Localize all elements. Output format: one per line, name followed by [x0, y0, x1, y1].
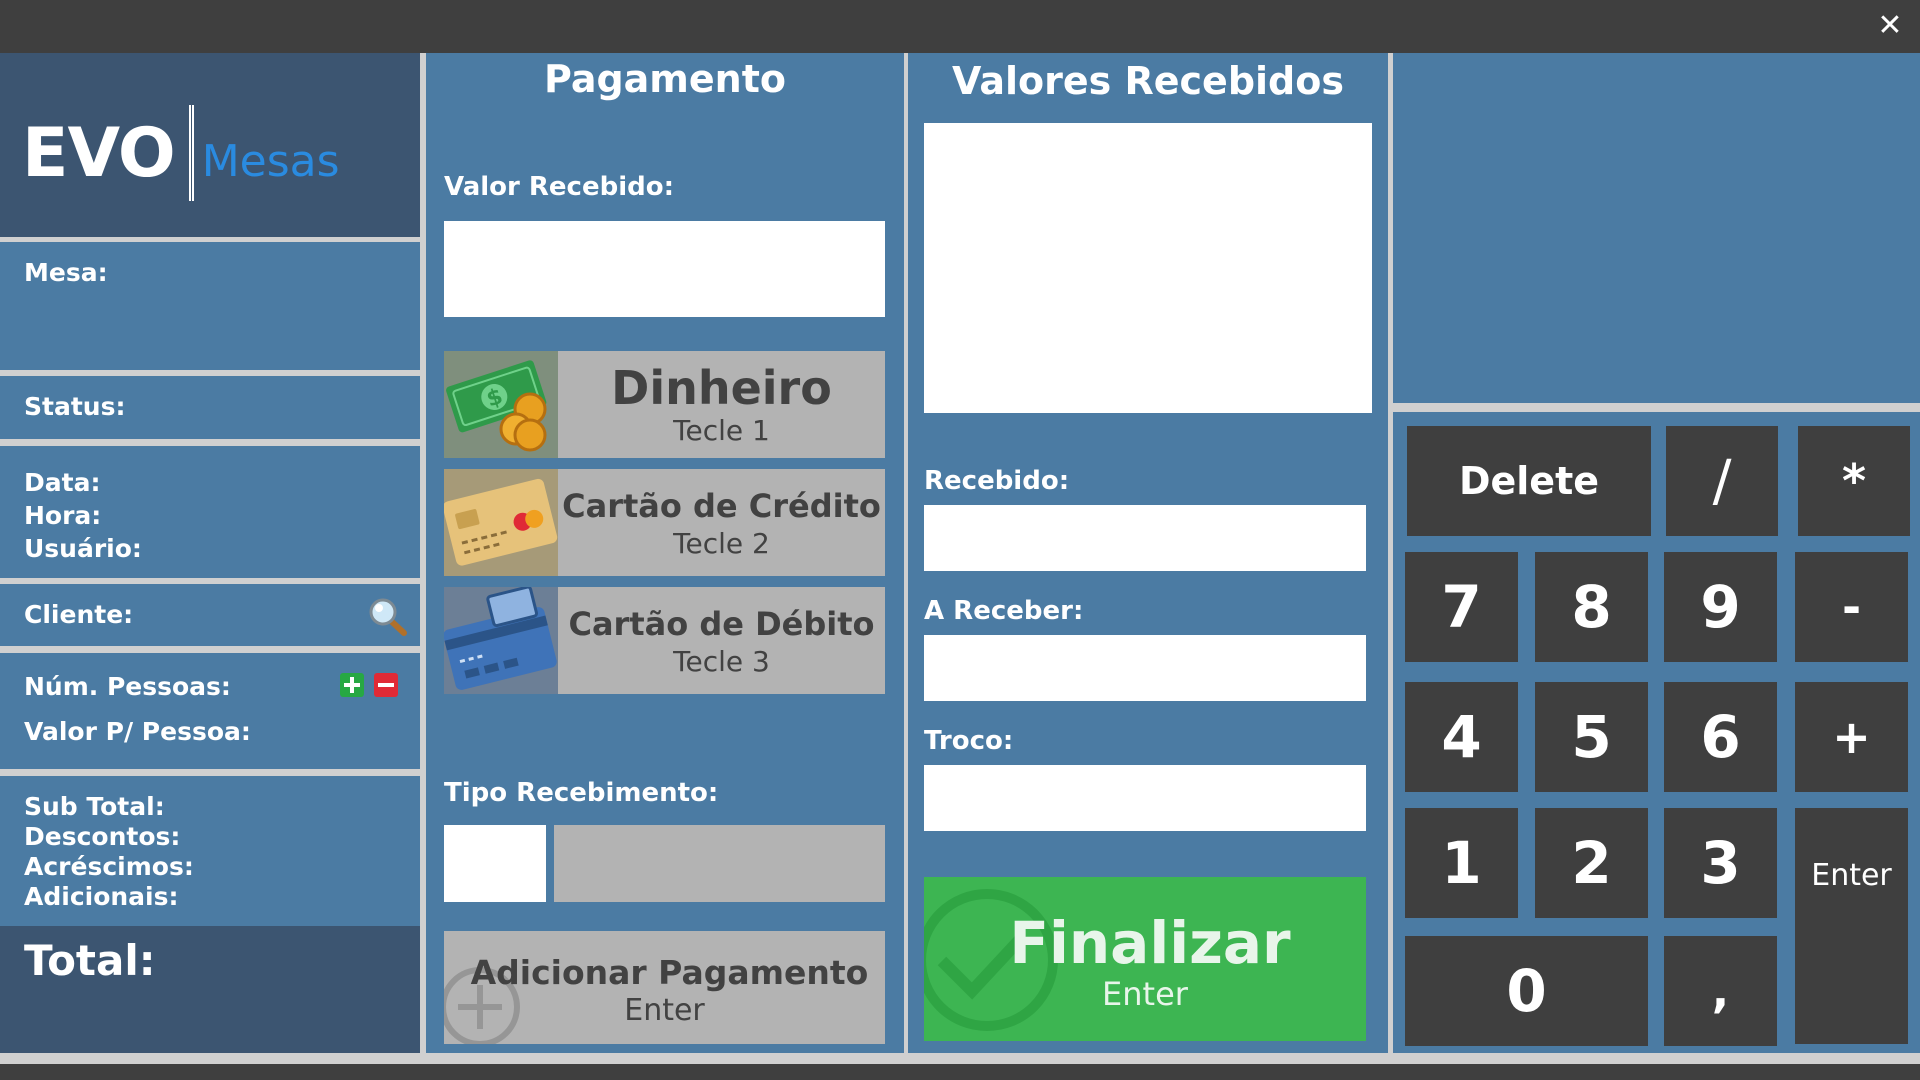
- logo-product: Mesas: [201, 135, 340, 187]
- sub-total-label: Sub Total:: [24, 792, 165, 821]
- delete-key[interactable]: Delete: [1407, 426, 1651, 536]
- mesa-panel: Mesa:: [0, 242, 420, 370]
- total-panel: Total:: [0, 926, 420, 1053]
- add-person-icon[interactable]: [340, 673, 364, 697]
- finalize-label: Finalizar: [1009, 909, 1291, 977]
- add-payment-label: Adicionar Pagamento: [470, 953, 869, 992]
- debit-card-button[interactable]: Cartão de Débito Tecle 3: [444, 587, 885, 694]
- logo-separator: [188, 105, 194, 201]
- valor-pessoa-label: Valor P/ Pessoa:: [24, 717, 251, 746]
- pessoas-panel: Núm. Pessoas: Valor P/ Pessoa:: [0, 653, 420, 769]
- comma-key[interactable]: ,: [1664, 936, 1777, 1046]
- a-receber-label: A Receber:: [924, 596, 1084, 626]
- multiply-key[interactable]: *: [1798, 426, 1910, 536]
- key-1[interactable]: 1: [1405, 808, 1518, 918]
- cliente-panel: Cliente:: [0, 584, 420, 646]
- valor-recebido-label: Valor Recebido:: [444, 172, 674, 202]
- key-2[interactable]: 2: [1535, 808, 1648, 918]
- received-panel: Valores Recebidos Recebido: A Receber: T…: [908, 53, 1388, 1053]
- keypad-panel: Delete / * 7 8 9 - 4 5 6 + 1 2 3 Enter 0…: [1393, 412, 1920, 1053]
- divide-key[interactable]: /: [1666, 426, 1778, 536]
- recebido-field: [924, 505, 1366, 571]
- logo-brand: EVO: [22, 113, 176, 193]
- received-title: Valores Recebidos: [952, 59, 1344, 103]
- data-label: Data:: [24, 468, 101, 497]
- payment-title: Pagamento: [543, 57, 786, 101]
- usuario-label: Usuário:: [24, 534, 142, 563]
- totals-panel: Sub Total: Descontos: Acréscimos: Adicio…: [0, 776, 420, 926]
- finalize-hint: Enter: [1102, 975, 1188, 1013]
- remove-person-icon[interactable]: [374, 673, 398, 697]
- cash-icon: $: [444, 351, 558, 458]
- payment-panel: Pagamento Valor Recebido: $ Dinheiro Tec…: [426, 53, 904, 1053]
- hora-label: Hora:: [24, 501, 102, 530]
- key-0[interactable]: 0: [1405, 936, 1648, 1046]
- key-5[interactable]: 5: [1535, 682, 1648, 792]
- finalize-button[interactable]: Finalizar Enter: [924, 877, 1366, 1041]
- debit-card-hint: Tecle 3: [673, 645, 770, 678]
- num-pessoas-label: Núm. Pessoas:: [24, 672, 231, 701]
- key-6[interactable]: 6: [1664, 682, 1777, 792]
- add-payment-button[interactable]: Adicionar Pagamento Enter: [444, 931, 885, 1044]
- cliente-label: Cliente:: [24, 600, 134, 629]
- received-values-list[interactable]: [924, 123, 1372, 413]
- cash-hint: Tecle 1: [673, 414, 770, 447]
- troco-field: [924, 765, 1366, 831]
- total-label: Total:: [24, 936, 156, 985]
- plus-key[interactable]: +: [1795, 682, 1908, 792]
- tipo-recebimento-description: [554, 825, 885, 902]
- recebido-label: Recebido:: [924, 466, 1070, 496]
- key-3[interactable]: 3: [1664, 808, 1777, 918]
- tipo-recebimento-code-input[interactable]: [444, 825, 546, 902]
- credit-card-button[interactable]: Cartão de Crédito Tecle 2: [444, 469, 885, 576]
- status-panel: Status:: [0, 376, 420, 439]
- status-label: Status:: [24, 392, 126, 421]
- enter-key[interactable]: Enter: [1795, 808, 1908, 1044]
- debit-card-label: Cartão de Débito: [568, 605, 875, 643]
- display-panel: [1393, 53, 1920, 403]
- cash-label: Dinheiro: [611, 361, 832, 415]
- credit-card-label: Cartão de Crédito: [562, 487, 881, 525]
- search-icon[interactable]: [366, 596, 410, 638]
- logo-panel: EVO Mesas: [0, 53, 420, 237]
- valor-recebido-input[interactable]: [444, 221, 885, 317]
- close-icon[interactable]: ✕: [1870, 6, 1910, 46]
- debit-card-icon: [444, 587, 558, 694]
- session-panel: Data: Hora: Usuário:: [0, 446, 420, 578]
- key-7[interactable]: 7: [1405, 552, 1518, 662]
- key-9[interactable]: 9: [1664, 552, 1777, 662]
- descontos-label: Descontos:: [24, 822, 181, 851]
- credit-card-icon: [444, 469, 558, 576]
- add-payment-hint: Enter: [624, 993, 705, 1028]
- acrescimos-label: Acréscimos:: [24, 852, 194, 881]
- logo: EVO Mesas: [22, 105, 340, 201]
- key-4[interactable]: 4: [1405, 682, 1518, 792]
- credit-card-hint: Tecle 2: [673, 527, 770, 560]
- title-bar: [0, 0, 1920, 53]
- key-8[interactable]: 8: [1535, 552, 1648, 662]
- bottom-bar: [0, 1064, 1920, 1080]
- cash-button[interactable]: $ Dinheiro Tecle 1: [444, 351, 885, 458]
- minus-key[interactable]: -: [1795, 552, 1908, 662]
- mesa-label: Mesa:: [24, 258, 108, 287]
- adicionais-label: Adicionais:: [24, 882, 179, 911]
- tipo-recebimento-label: Tipo Recebimento:: [444, 778, 719, 808]
- troco-label: Troco:: [924, 726, 1014, 756]
- a-receber-field: [924, 635, 1366, 701]
